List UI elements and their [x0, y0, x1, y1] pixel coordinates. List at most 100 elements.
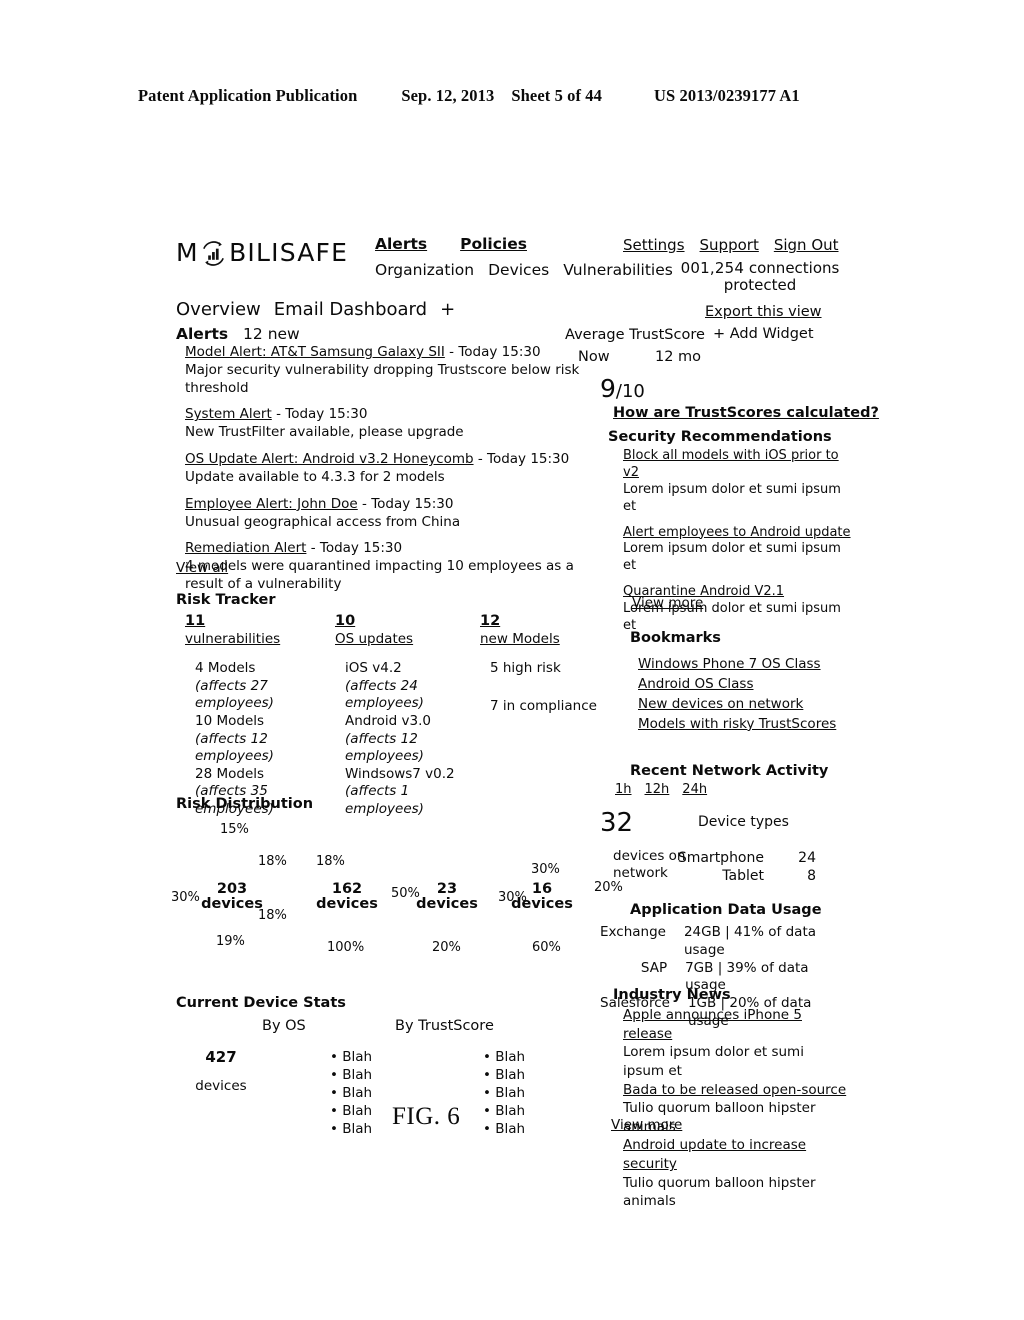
risk-tracker-columns: 11 vulnerabilities 4 Models (affects 27 … — [185, 612, 605, 818]
alert-time: - Today 15:30 — [473, 451, 570, 468]
news-title[interactable]: Android update to increase security — [623, 1136, 848, 1173]
alert-title[interactable]: OS Update Alert: Android v3.2 Honeycomb — [185, 451, 474, 469]
range-tab-12h[interactable]: 12h — [645, 782, 670, 797]
alert-title[interactable]: Remediation Alert — [185, 540, 306, 558]
security-recommendations-view-more-link[interactable]: View more — [632, 595, 703, 611]
network-activity-range-tabs: 1h 12h 24h — [615, 782, 707, 797]
alert-time: - Today 15:30 — [306, 540, 403, 557]
column-label[interactable]: new Models — [480, 631, 600, 649]
total-devices-label: devices — [195, 1078, 247, 1094]
news-title[interactable]: Apple announces iPhone 5 release — [623, 1006, 848, 1043]
logo-text-after: BILISAFE — [229, 238, 349, 267]
device-type-count: 24 — [798, 850, 816, 866]
stat-line: 7 in compliance — [490, 697, 597, 714]
column-label[interactable]: OS updates — [335, 631, 480, 649]
list-item[interactable]: Model Alert: AT&T Samsung Galaxy SII - T… — [185, 344, 615, 397]
devices-on-network-count: 32 — [600, 808, 634, 838]
column-label[interactable]: vulnerabilities — [185, 631, 335, 649]
recommendation-title[interactable]: Block all models with iOS prior to v2 — [623, 448, 853, 482]
nav-item-sign-out[interactable]: Sign Out — [774, 236, 839, 254]
bookmark-item[interactable]: Windows Phone 7 OS Class — [638, 655, 836, 675]
risk-tracker-column-os-updates: 10 OS updates iOS v4.2 (affects 24 emplo… — [335, 612, 480, 818]
news-title[interactable]: Bada to be released open-source — [623, 1081, 848, 1100]
column-number[interactable]: 12 — [480, 612, 600, 631]
nav-item-policies[interactable]: Policies — [460, 235, 527, 253]
list-item: • Blah — [483, 1085, 526, 1102]
nav-item-organization[interactable]: Organization — [375, 261, 474, 279]
industry-news-view-more-link[interactable]: View more — [611, 1117, 682, 1133]
tab-add-view[interactable]: + — [440, 299, 455, 320]
pie-chart-4[interactable]: 30% 20% 60% 16 devices — [482, 812, 623, 962]
pie-slice-label: 15% — [220, 822, 249, 837]
trustscore-range-now[interactable]: Now — [578, 349, 610, 365]
pie-slice-label: 60% — [532, 940, 561, 955]
nav-item-vulnerabilities[interactable]: Vulnerabilities — [563, 261, 673, 279]
list-item[interactable]: Android update to increase security Tuli… — [623, 1136, 848, 1211]
nav-item-alerts[interactable]: Alerts — [375, 235, 427, 253]
recommendation-title[interactable]: Alert employees to Android update — [623, 525, 853, 542]
tab-overview[interactable]: Overview — [176, 299, 261, 320]
logo-text-before: M — [176, 238, 199, 267]
column-number[interactable]: 10 — [335, 612, 480, 631]
list-item[interactable]: Remediation Alert - Today 15:30 4 models… — [185, 540, 615, 593]
by-os-label: By OS — [262, 1018, 306, 1034]
tab-email-dashboard[interactable]: Email Dashboard — [274, 299, 427, 320]
export-view-button[interactable]: Export this view — [705, 304, 822, 320]
device-type-name: Tablet — [722, 867, 764, 884]
pie-center-unit: devices — [201, 895, 263, 912]
stat-line: (affects 27 employees) — [195, 677, 274, 712]
alert-description: Major security vulnerability dropping Tr… — [185, 361, 580, 396]
how-trustscores-calculated-link[interactable]: How are TrustScores calculated? — [613, 405, 879, 421]
range-tab-24h[interactable]: 24h — [682, 782, 707, 797]
news-description: Lorem ipsum dolor et sumi ipsum et — [623, 1044, 804, 1079]
risk-distribution-charts: 15% 18% 18% 19% 30% 203 devices 18% 50% … — [171, 812, 623, 977]
pie-center-unit: devices — [511, 895, 573, 912]
pie-slice-label: 30% — [531, 862, 560, 877]
list-item[interactable]: Employee Alert: John Doe - Today 15:30 U… — [185, 496, 615, 532]
bar-chart-swirl-icon — [199, 239, 228, 268]
device-type-name: Smartphone — [677, 850, 764, 866]
list-item[interactable]: Alert employees to Android update Lorem … — [623, 525, 853, 576]
nav-item-settings[interactable]: Settings — [623, 236, 685, 254]
bookmark-item[interactable]: New devices on network — [638, 695, 836, 715]
alert-time: - Today 15:30 — [444, 344, 541, 360]
trustscore-denominator: /10 — [615, 381, 645, 402]
industry-news-list: Apple announces iPhone 5 release Lorem i… — [623, 1006, 848, 1211]
pie-slice-label: 18% — [258, 854, 287, 869]
alert-title[interactable]: Model Alert: AT&T Samsung Galaxy SII — [185, 344, 445, 362]
alerts-count: 12 new — [243, 325, 300, 343]
table-row: Smartphone 24 — [676, 850, 816, 868]
alert-description: Update available to 4.3.3 for 2 models — [185, 468, 445, 485]
alert-time: - Today 15:30 — [271, 406, 368, 423]
devices-label-line1: devices on — [613, 848, 686, 864]
devices-label-line2: network — [613, 865, 668, 882]
patent-page: Patent Application Publication Sep. 12, … — [0, 0, 1024, 1320]
trustscore-range-12mo[interactable]: 12 mo — [655, 349, 701, 365]
alert-title[interactable]: System Alert — [185, 406, 272, 424]
add-widget-button[interactable]: + Add Widget — [713, 326, 814, 342]
app-usage-value: 24GB | 41% of data usage — [683, 924, 817, 958]
bookmark-item[interactable]: Models with risky TrustScores — [638, 715, 836, 735]
range-tab-1h[interactable]: 1h — [615, 782, 632, 797]
table-row: Tablet 8 — [676, 868, 816, 886]
stat-line: 10 Models — [195, 713, 265, 730]
pie-center-label: 16 devices — [482, 882, 602, 911]
pie-slice-label: 100% — [327, 940, 365, 955]
list-item[interactable]: System Alert - Today 15:30 New TrustFilt… — [185, 406, 615, 442]
recent-network-activity-title: Recent Network Activity — [630, 763, 829, 779]
recommendation-description: Lorem ipsum dolor et sumi ipsum et — [623, 541, 841, 574]
trustscore-value: 9/10 — [600, 374, 645, 403]
nav-item-support[interactable]: Support — [700, 236, 759, 254]
list-item[interactable]: Apple announces iPhone 5 release Lorem i… — [623, 1006, 848, 1081]
column-number[interactable]: 11 — [185, 612, 335, 631]
bookmark-item[interactable]: Android OS Class — [638, 675, 836, 695]
list-item: • Blah — [483, 1121, 526, 1138]
nav-item-devices[interactable]: Devices — [488, 261, 549, 279]
list-item[interactable]: Block all models with iOS prior to v2 Lo… — [623, 448, 853, 516]
pie-chart-1[interactable]: 15% 18% 18% 19% 30% 203 devices — [171, 812, 292, 962]
pie-center-label: 203 devices — [172, 882, 292, 911]
app-logo[interactable]: M BILISAFE — [176, 238, 348, 267]
alert-title[interactable]: Employee Alert: John Doe — [185, 496, 358, 514]
list-item[interactable]: OS Update Alert: Android v3.2 Honeycomb … — [185, 451, 615, 487]
alerts-view-all-link[interactable]: View all — [176, 560, 228, 576]
